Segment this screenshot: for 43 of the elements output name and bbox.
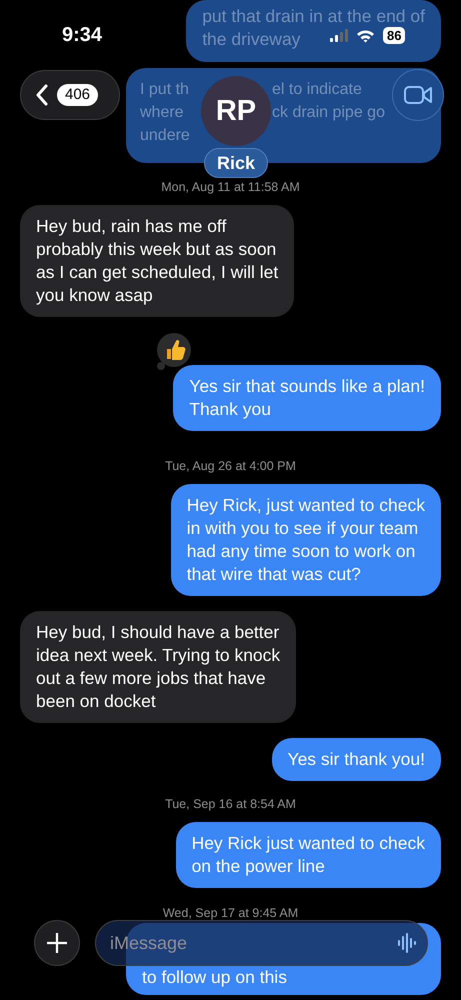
message-text: Yes sir thank you!	[288, 748, 425, 771]
message-text: as I can get scheduled, I will let	[36, 261, 278, 284]
message-input[interactable]: iMessage	[95, 920, 428, 966]
message-text: the driveway	[202, 28, 300, 51]
message-text: undere	[140, 126, 190, 146]
timestamp: Tue, Sep 16 at 8:54 AM	[165, 796, 296, 812]
unread-count: 406	[57, 84, 98, 106]
timestamp: Wed, Sep 17 at 9:45 AM	[162, 905, 298, 921]
message-text: that wire that was cut?	[186, 563, 361, 586]
message-text: I put th	[140, 80, 189, 100]
message-text: ck drain pipe go	[272, 103, 385, 123]
message-text: out a few more jobs that have	[36, 667, 266, 690]
video-camera-icon	[404, 84, 432, 106]
audio-waveform-icon[interactable]	[398, 933, 416, 953]
message-text: Hey Rick, just wanted to check	[186, 494, 425, 517]
message-text: Thank you	[189, 398, 271, 421]
message-text: put that drain in at the end of	[202, 5, 425, 28]
message-text: you know asap	[36, 284, 153, 307]
message-text: Yes sir that sounds like a plan!	[189, 375, 425, 398]
signal-icon	[330, 29, 348, 42]
message-text: to follow up on this	[142, 966, 287, 989]
contact-avatar[interactable]: RP	[201, 76, 271, 146]
wifi-icon	[356, 28, 375, 42]
battery-level: 86	[383, 27, 406, 44]
back-chevron-icon	[35, 84, 49, 106]
contact-name[interactable]: Rick	[204, 148, 268, 178]
message-text: on the power line	[192, 855, 325, 878]
timestamp: Mon, Aug 11 at 11:58 AM	[161, 179, 300, 195]
message-text: been on docket	[36, 690, 156, 713]
back-button[interactable]: 406	[20, 70, 120, 120]
message-text: in with you to see if your team	[186, 517, 418, 540]
timestamp: Tue, Aug 26 at 4:00 PM	[165, 458, 296, 474]
message-text: Hey bud, rain has me off	[36, 215, 226, 238]
message-text: el to indicate	[272, 80, 362, 100]
plus-icon	[47, 933, 67, 953]
add-button[interactable]	[34, 920, 80, 966]
status-time: 9:34	[62, 23, 102, 48]
message-text: Hey Rick just wanted to check	[192, 832, 425, 855]
message-text: had any time soon to work on	[186, 540, 416, 563]
message-text: where	[140, 103, 184, 123]
message-text: probably this week but as soon	[36, 238, 276, 261]
message-text: idea next week. Trying to knock	[36, 644, 280, 667]
message-text: Hey bud, I should have a better	[36, 621, 280, 644]
